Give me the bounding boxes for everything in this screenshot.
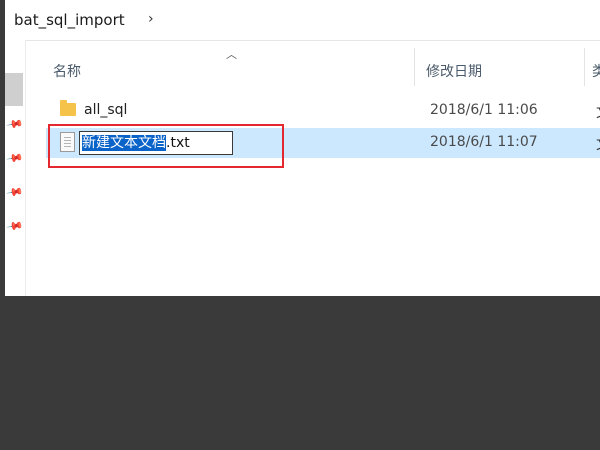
chevron-right-icon[interactable]: › <box>148 11 154 27</box>
file-date-modified: 2018/6/1 11:07 <box>430 134 538 150</box>
pin-icon[interactable]: 📌 <box>6 217 25 236</box>
pin-icon[interactable]: 📌 <box>6 183 25 202</box>
column-header-name[interactable]: 名称 <box>53 61 81 81</box>
column-header-type[interactable]: 类 <box>592 61 600 81</box>
navigation-pane: 📌 📌 📌 📌 <box>5 40 26 296</box>
file-date-modified: 2018/6/1 11:06 <box>430 102 538 118</box>
column-header-date-modified[interactable]: 修改日期 <box>426 61 482 81</box>
address-path[interactable]: bat_sql_import <box>14 11 125 29</box>
column-divider[interactable] <box>584 48 585 86</box>
file-name[interactable]: all_sql <box>84 102 127 118</box>
pin-icon[interactable]: 📌 <box>6 115 25 134</box>
column-divider[interactable] <box>414 48 415 86</box>
annotation-highlight-frame <box>48 124 284 168</box>
pin-icon[interactable]: 📌 <box>6 149 25 168</box>
address-bar[interactable]: bat_sql_import › <box>5 0 600 41</box>
column-header-bar: ︿ 名称 修改日期 类 <box>26 40 600 92</box>
file-type-cutoff: 文 <box>596 102 600 122</box>
file-row-all-sql[interactable]: all_sql 2018/6/1 11:06 文 <box>46 96 600 126</box>
folder-icon <box>60 100 76 116</box>
nav-selected-item[interactable] <box>5 73 23 106</box>
sort-ascending-icon: ︿ <box>226 48 237 61</box>
file-type-cutoff: 文 <box>596 134 600 154</box>
